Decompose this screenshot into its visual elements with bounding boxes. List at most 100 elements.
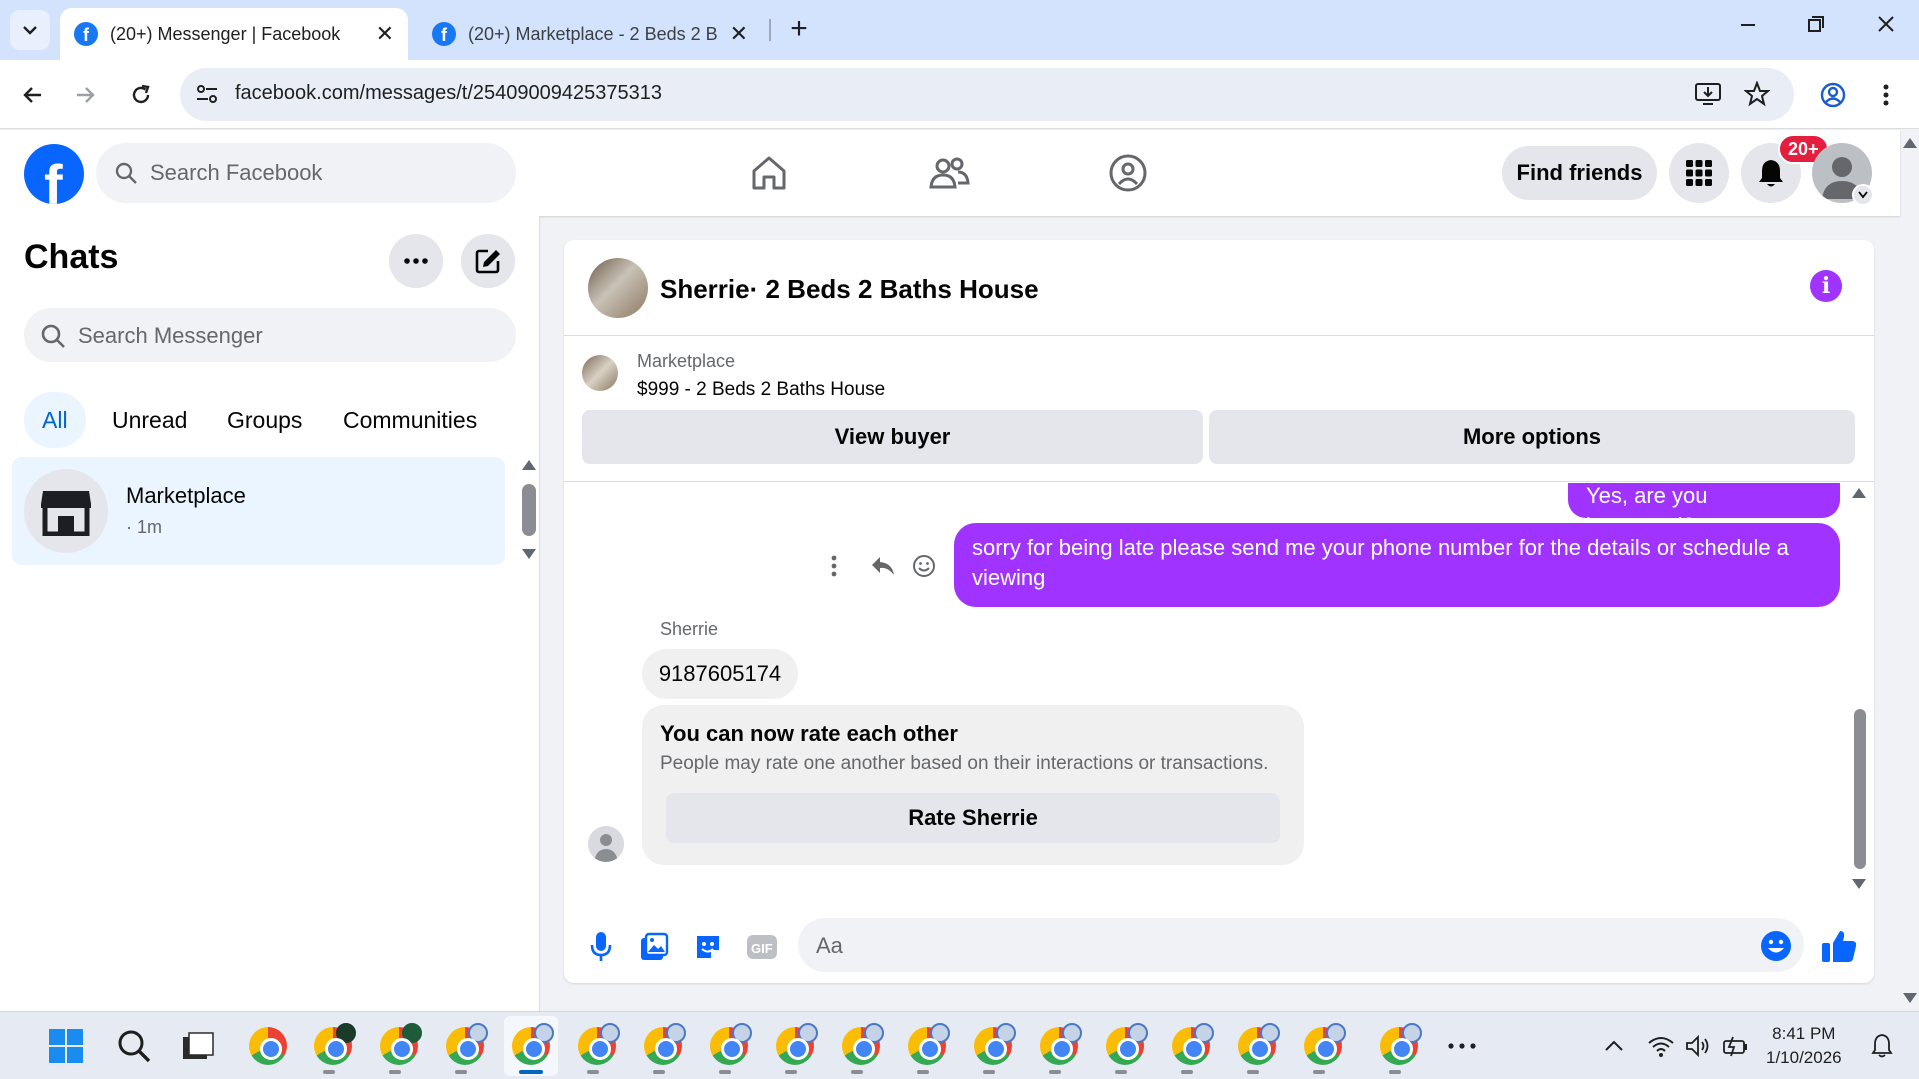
taskbar-chrome-app[interactable] <box>1105 1023 1148 1066</box>
reply-action[interactable] <box>870 549 896 583</box>
close-tab-icon[interactable]: ✕ <box>730 21 748 47</box>
chrome-icon <box>512 1023 554 1065</box>
tab-messenger[interactable]: f (20+) Messenger | Facebook ✕ <box>60 8 408 60</box>
profile-button[interactable] <box>1815 77 1851 113</box>
sidebar-scroll-down[interactable] <box>522 549 536 559</box>
emoji-icon[interactable] <box>1760 930 1792 962</box>
bookmark-star-icon[interactable] <box>1743 80 1771 112</box>
taskbar-chrome-app[interactable] <box>313 1023 356 1066</box>
conversation-title[interactable]: Sherrie· 2 Beds 2 Baths House <box>660 274 1039 305</box>
taskbar-chrome-app[interactable] <box>841 1023 884 1066</box>
friends-icon <box>929 157 970 189</box>
system-clock[interactable]: 8:41 PM 1/10/2026 <box>1766 1022 1842 1070</box>
taskbar-overflow-button[interactable] <box>1442 1026 1482 1066</box>
taskbar-search-button[interactable] <box>114 1026 154 1066</box>
send-like-button[interactable] <box>1819 926 1859 966</box>
more-vertical-icon[interactable] <box>830 555 838 577</box>
new-tab-button[interactable]: + <box>781 12 817 46</box>
filter-unread[interactable]: Unread <box>94 392 205 448</box>
sidebar-scroll-up[interactable] <box>522 460 536 470</box>
taskbar-chrome-app[interactable] <box>643 1023 686 1066</box>
taskbar-chrome-app[interactable] <box>1303 1023 1346 1066</box>
taskbar-chrome-app[interactable] <box>248 1026 288 1066</box>
react-action[interactable] <box>912 549 936 583</box>
battery-button[interactable] <box>1715 1026 1755 1066</box>
view-buyer-button[interactable]: View buyer <box>582 410 1203 464</box>
running-indicator <box>719 1070 731 1074</box>
site-info-icon[interactable] <box>194 81 220 112</box>
message-input[interactable]: Aa <box>798 918 1804 972</box>
tab-marketplace[interactable]: f (20+) Marketplace - 2 Beds 2 Ba ✕ <box>418 8 762 60</box>
find-friends-button[interactable]: Find friends <box>1502 146 1657 200</box>
filter-all[interactable]: All <box>24 392 86 448</box>
thread-scroll-up[interactable] <box>1852 488 1866 498</box>
conversation-panel: Sherrie· 2 Beds 2 Baths House i Marketpl… <box>564 240 1874 983</box>
taskbar-chrome-app[interactable] <box>1039 1023 1082 1066</box>
browser-toolbar: facebook.com/messages/t/2540900942537531… <box>0 60 1919 129</box>
info-icon[interactable]: i <box>1810 270 1842 302</box>
facebook-search-input[interactable]: Search Facebook <box>96 143 516 203</box>
chat-options-button[interactable] <box>389 234 443 288</box>
attach-photo-button[interactable] <box>637 930 671 964</box>
home-nav-button[interactable] <box>746 150 792 196</box>
facebook-logo-icon[interactable]: f <box>24 144 84 204</box>
listing-title[interactable]: $999 - 2 Beds 2 Baths House <box>637 379 885 401</box>
close-tab-icon[interactable]: ✕ <box>376 21 394 47</box>
forward-button[interactable] <box>68 77 104 113</box>
browser-menu-button[interactable] <box>1868 77 1904 113</box>
back-button[interactable] <box>14 77 50 113</box>
listing-thumbnail[interactable] <box>582 355 618 391</box>
gif-icon: GIF <box>747 935 777 959</box>
taskbar-chrome-app[interactable] <box>379 1023 422 1066</box>
network-button[interactable] <box>1641 1026 1681 1066</box>
page-scroll-up[interactable] <box>1903 138 1917 148</box>
volume-button[interactable] <box>1679 1026 1719 1066</box>
sidebar-scrollbar[interactable] <box>522 484 536 536</box>
more-icon <box>404 258 428 264</box>
bell-icon <box>1871 1034 1893 1058</box>
more-options-button[interactable]: More options <box>1209 410 1855 464</box>
close-window-button[interactable] <box>1866 12 1906 40</box>
task-view-button[interactable] <box>178 1026 218 1066</box>
page-scroll-down[interactable] <box>1903 993 1917 1003</box>
taskbar-chrome-app[interactable] <box>907 1023 950 1066</box>
taskbar-chrome-app[interactable] <box>445 1023 488 1066</box>
taskbar-chrome-app[interactable] <box>1237 1023 1280 1066</box>
show-hidden-icons-button[interactable] <box>1594 1026 1634 1066</box>
chrome-icon <box>1380 1023 1422 1065</box>
restore-button[interactable] <box>1796 12 1836 40</box>
filter-groups[interactable]: Groups <box>209 392 320 448</box>
minimize-button[interactable] <box>1728 12 1768 40</box>
reload-button[interactable] <box>123 77 159 113</box>
tab-search-button[interactable] <box>10 10 50 50</box>
taskbar-chrome-app[interactable] <box>709 1023 752 1066</box>
voice-clip-button[interactable] <box>584 930 618 964</box>
menu-button[interactable] <box>1669 143 1729 203</box>
rate-sherrie-button[interactable]: Rate Sherrie <box>666 793 1280 843</box>
chrome-icon <box>776 1023 818 1065</box>
install-app-icon[interactable] <box>1694 81 1722 112</box>
groups-nav-button[interactable] <box>1105 150 1151 196</box>
taskbar-chrome-app-active[interactable] <box>511 1023 554 1066</box>
taskbar-chrome-app[interactable] <box>577 1023 620 1066</box>
thread-scroll-down[interactable] <box>1852 879 1866 889</box>
taskbar-chrome-app[interactable] <box>1171 1023 1214 1066</box>
account-caret-icon[interactable] <box>1852 184 1874 206</box>
taskbar-chrome-app[interactable] <box>973 1023 1016 1066</box>
start-button[interactable] <box>46 1026 86 1066</box>
gif-button[interactable]: GIF <box>745 930 779 964</box>
new-message-button[interactable] <box>461 234 515 288</box>
conversation-avatar[interactable] <box>588 258 648 318</box>
sender-avatar[interactable] <box>588 826 624 862</box>
friends-nav-button[interactable] <box>926 150 972 196</box>
tab-title: (20+) Messenger | Facebook <box>110 23 341 44</box>
notification-center-button[interactable] <box>1862 1026 1902 1066</box>
filter-communities[interactable]: Communities <box>325 392 495 448</box>
address-bar[interactable]: facebook.com/messages/t/2540900942537531… <box>180 68 1794 121</box>
taskbar-chrome-app[interactable] <box>775 1023 818 1066</box>
messenger-search-input[interactable]: Search Messenger <box>24 308 516 362</box>
chat-list-item[interactable]: Marketplace · 1m <box>12 457 505 565</box>
taskbar-chrome-app[interactable] <box>1379 1023 1422 1066</box>
thread-scrollbar[interactable] <box>1854 709 1866 869</box>
sticker-button[interactable] <box>691 930 725 964</box>
